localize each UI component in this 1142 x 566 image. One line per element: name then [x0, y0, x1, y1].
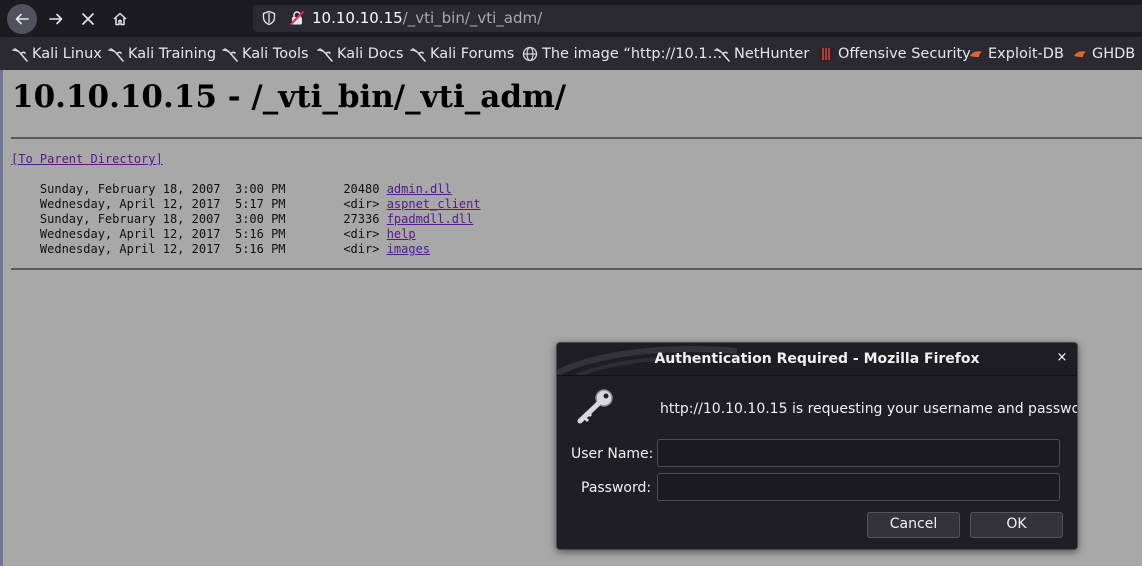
bookmark-kali-forums[interactable]: Kali Forums [410, 45, 514, 63]
auth-dialog: Authentication Required - Mozilla Firefo… [556, 342, 1078, 550]
list-item: Wednesday, April 12, 2017 5:16 PM <dir> … [11, 242, 481, 257]
kali-dragon-icon [317, 48, 333, 62]
window-edge [0, 70, 3, 566]
parent-directory-link[interactable]: [To Parent Directory] [11, 152, 163, 167]
page-title: 10.10.10.15 - /_vti_bin/_vti_adm/ [12, 79, 567, 115]
ok-button[interactable]: OK [970, 512, 1063, 538]
entry-meta: Wednesday, April 12, 2017 5:16 PM <dir> [11, 242, 387, 256]
url-text[interactable]: 10.10.10.15/_vti_bin/_vti_adm/ [312, 8, 542, 28]
kali-dragon-icon [714, 48, 730, 62]
list-item: Wednesday, April 12, 2017 5:17 PM <dir> … [11, 197, 481, 212]
entry-link-help[interactable]: help [387, 227, 416, 241]
bookmark-label: Kali Tools [242, 46, 309, 62]
bookmark-kali-tools[interactable]: Kali Tools [222, 45, 309, 63]
divider [11, 268, 1142, 270]
kali-dragon-icon [12, 48, 28, 62]
bookmark-kali-linux[interactable]: Kali Linux [12, 45, 102, 63]
exploitdb-icon [1074, 51, 1086, 57]
entry-link-aspnet-client[interactable]: aspnet_client [387, 197, 481, 211]
divider [11, 137, 1142, 139]
home-button[interactable] [105, 4, 135, 34]
exploitdb-icon [970, 51, 982, 57]
username-label: User Name: [571, 446, 654, 462]
bookmark-offensive-security[interactable]: Offensive Security [818, 45, 971, 63]
bookmark-label: The image “http://10.1… [542, 46, 723, 62]
entry-meta: Wednesday, April 12, 2017 5:16 PM <dir> [11, 227, 387, 241]
bookmark-image[interactable]: The image “http://10.1… [522, 45, 722, 63]
entry-link-fpadmdll-dll[interactable]: fpadmdll.dll [387, 212, 474, 226]
url-path: /_vti_bin/_vti_adm/ [402, 9, 543, 27]
bookmark-kali-training[interactable]: Kali Training [108, 45, 216, 63]
directory-listing: Sunday, February 18, 2007 3:00 PM 20480 … [11, 182, 481, 257]
bookmark-label: Kali Docs [337, 46, 404, 62]
password-field[interactable] [657, 473, 1060, 501]
forward-button[interactable] [41, 4, 71, 34]
bookmarks-bar: Kali Linux Kali Training Kali Tools Kali… [0, 37, 1142, 70]
bookmark-nethunter[interactable]: NetHunter [714, 45, 809, 63]
entry-link-images[interactable]: images [387, 242, 430, 256]
key-icon [577, 389, 613, 424]
bookmark-exploit-db[interactable]: Exploit-DB [968, 45, 1064, 63]
username-field[interactable] [657, 439, 1060, 467]
close-icon: × [1056, 350, 1068, 365]
dialog-message: http://10.10.10.15 is requesting your us… [660, 401, 1078, 417]
bookmark-label: Exploit-DB [988, 46, 1064, 62]
dialog-titlebar[interactable]: Authentication Required - Mozilla Firefo… [557, 343, 1077, 376]
address-bar[interactable]: 10.10.10.15/_vti_bin/_vti_adm/ [253, 5, 1142, 32]
browser-toolbar: 10.10.10.15/_vti_bin/_vti_adm/ [0, 0, 1142, 37]
bookmark-label: Kali Linux [32, 46, 102, 62]
password-label: Password: [581, 480, 652, 496]
kali-dragon-icon [108, 48, 124, 62]
bookmark-kali-docs[interactable]: Kali Docs [317, 45, 403, 63]
bookmark-label: Kali Training [128, 46, 217, 62]
stop-button[interactable] [73, 4, 103, 34]
stop-x-icon [82, 13, 94, 25]
cancel-button[interactable]: Cancel [867, 512, 960, 538]
close-button[interactable]: × [1054, 350, 1070, 366]
bookmark-label: Offensive Security [838, 46, 971, 62]
entry-link-admin-dll[interactable]: admin.dll [387, 182, 452, 196]
dialog-title: Authentication Required - Mozilla Firefo… [654, 351, 980, 367]
url-host: 10.10.10.15 [312, 9, 403, 27]
home-icon [113, 12, 127, 26]
entry-meta: Wednesday, April 12, 2017 5:17 PM <dir> [11, 197, 387, 211]
kali-dragon-icon [410, 48, 426, 62]
arrow-right-icon [49, 13, 63, 25]
kali-dragon-icon [222, 48, 238, 62]
tracking-shield-icon[interactable] [261, 10, 277, 26]
insecure-lock-icon[interactable] [289, 10, 305, 26]
list-item: Sunday, February 18, 2007 3:00 PM 20480 … [11, 182, 481, 197]
entry-meta: Sunday, February 18, 2007 3:00 PM 27336 [11, 212, 387, 226]
bookmark-label: NetHunter [734, 46, 810, 62]
list-item: Sunday, February 18, 2007 3:00 PM 27336 … [11, 212, 481, 227]
bookmark-label: GHDB [1092, 46, 1136, 62]
globe-icon [522, 46, 538, 62]
entry-meta: Sunday, February 18, 2007 3:00 PM 20480 [11, 182, 387, 196]
back-button[interactable] [7, 4, 37, 34]
list-item: Wednesday, April 12, 2017 5:16 PM <dir> … [11, 227, 481, 242]
arrow-left-icon [15, 13, 29, 25]
bookmark-label: Kali Forums [430, 46, 515, 62]
offsec-icon [819, 47, 833, 61]
bookmark-ghdb[interactable]: GHDB [1072, 45, 1135, 63]
